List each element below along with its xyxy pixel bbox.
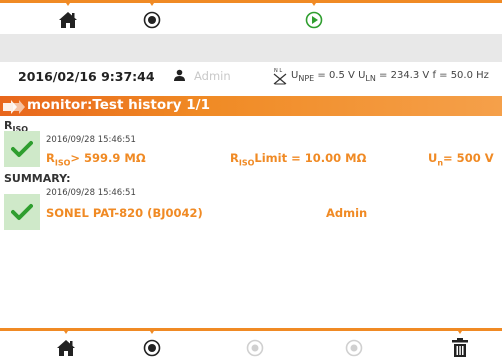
plug-polarity-icon: N L xyxy=(272,66,288,89)
summary-section-label: SUMMARY: xyxy=(4,172,71,185)
user-name: Admin xyxy=(194,69,231,83)
svg-text:N L: N L xyxy=(274,68,282,74)
home-button[interactable] xyxy=(54,337,78,359)
toolbar-tick xyxy=(62,328,70,334)
status-bar: 2016/02/16 9:37:44 Admin N L UNPE = 0.5 … xyxy=(0,62,502,90)
riso-limit: RISOLimit = 10.00 MΩ xyxy=(230,151,367,168)
toolbar-tick xyxy=(148,328,156,334)
toolbar-gap xyxy=(0,34,502,62)
circle-dot-icon xyxy=(143,11,161,29)
check-icon xyxy=(11,141,33,157)
page-title: monitor:Test history 1/1 xyxy=(27,97,211,113)
toolbar-tick xyxy=(148,0,156,6)
bottom-toolbar xyxy=(0,328,502,362)
home-icon xyxy=(59,12,77,28)
summary-pass-indicator xyxy=(4,194,40,230)
play-circle-icon xyxy=(305,11,323,29)
toolbar-tick xyxy=(456,328,464,334)
start-button[interactable] xyxy=(302,9,326,31)
next-circle-icon xyxy=(345,339,363,357)
user-icon xyxy=(173,69,186,85)
monitor-arrow-icon xyxy=(3,99,25,118)
page-title-bar: monitor:Test history 1/1 xyxy=(0,96,502,116)
trash-icon xyxy=(452,338,468,357)
summary-user: Admin xyxy=(326,206,368,220)
previous-circle-icon xyxy=(246,339,264,357)
record-button[interactable] xyxy=(140,9,164,31)
riso-timestamp: 2016/09/28 15:46:51 xyxy=(46,135,136,145)
device-name: SONEL PAT-820 (BJ0042) xyxy=(46,206,203,220)
record-button[interactable] xyxy=(140,337,164,359)
summary-timestamp: 2016/09/28 15:46:51 xyxy=(46,188,136,198)
home-icon xyxy=(57,340,75,356)
next-button[interactable] xyxy=(342,337,366,359)
riso-value: RISO> 599.9 MΩ xyxy=(46,151,146,168)
home-button[interactable] xyxy=(56,9,80,31)
toolbar-tick xyxy=(310,0,318,6)
toolbar-tick xyxy=(64,0,72,6)
previous-button[interactable] xyxy=(243,337,267,359)
measurement-readout: UNPE = 0.5 V ULN = 234.3 V f = 50.0 Hz xyxy=(291,70,489,83)
top-toolbar xyxy=(0,0,502,34)
circle-dot-icon xyxy=(143,339,161,357)
datetime: 2016/02/16 9:37:44 xyxy=(18,69,155,84)
delete-button[interactable] xyxy=(448,337,472,359)
un-value: Un= 500 V xyxy=(428,151,494,168)
check-icon xyxy=(11,204,33,220)
riso-pass-indicator xyxy=(4,131,40,167)
